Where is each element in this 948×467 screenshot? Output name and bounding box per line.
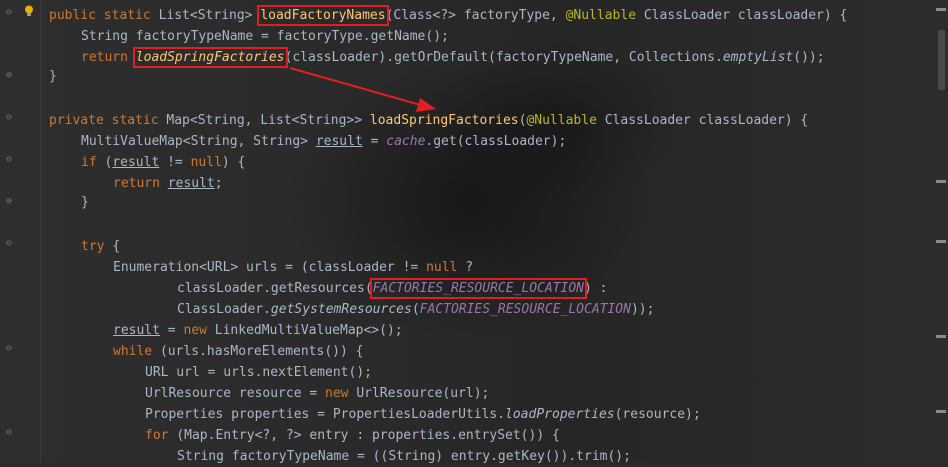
error-stripe-marker[interactable] [936,335,946,338]
scrollbar-thumb[interactable] [938,30,945,90]
error-stripe-marker[interactable] [936,180,946,183]
error-stripe-marker[interactable] [936,8,946,11]
annotation-arrow [289,67,436,112]
error-stripe-marker[interactable] [936,410,946,413]
vertical-scrollbar[interactable] [934,0,948,463]
error-stripe-marker[interactable] [936,240,946,243]
